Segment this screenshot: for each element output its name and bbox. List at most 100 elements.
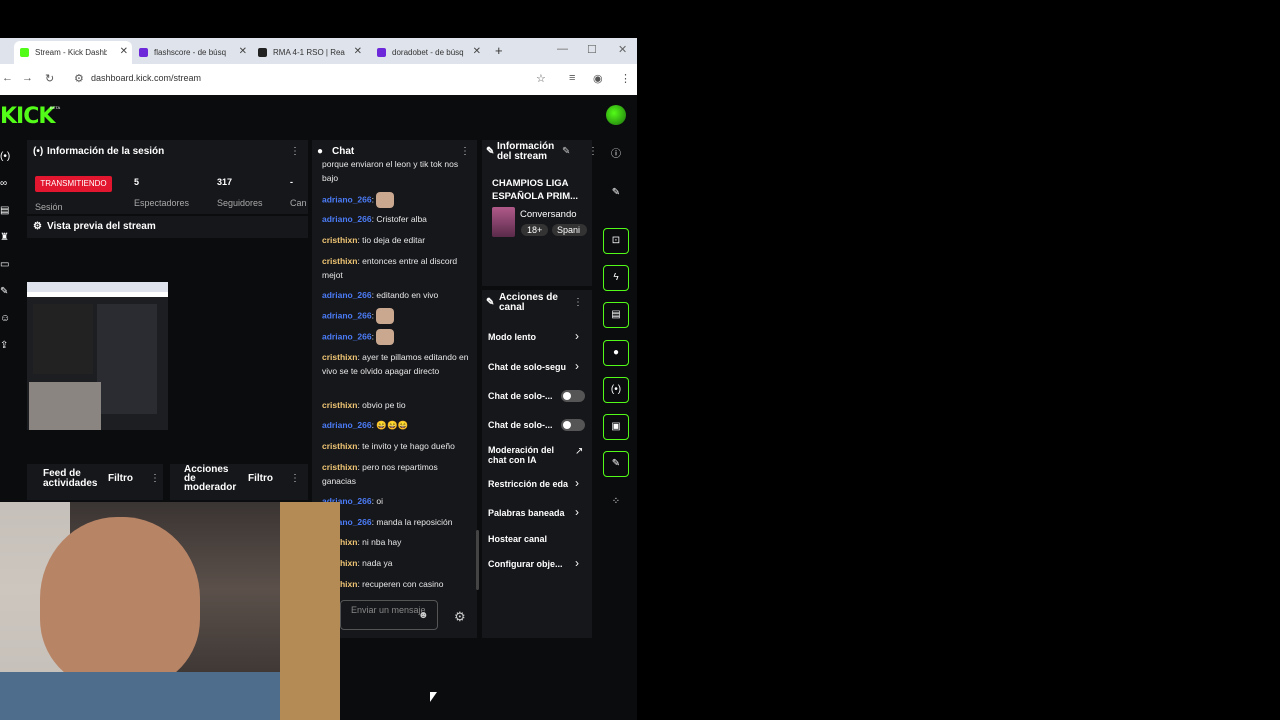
url-field[interactable]: dashboard.kick.com/stream [91,73,201,83]
menu-icon[interactable]: ⋮ [620,72,631,85]
nav-upload-icon[interactable]: ⇪ [0,332,18,359]
action-age-restriction[interactable]: Restricción de eda [488,479,570,489]
action-host-channel[interactable]: Hostear canal [488,534,583,544]
extra-label: Can [290,198,307,208]
mod-menu-icon[interactable]: ⋮ [290,473,300,484]
action-followers-only[interactable]: Chat de solo-segu [488,362,570,372]
media-icon[interactable]: ≡ [569,72,575,84]
yahoo-favicon-icon [377,48,386,57]
chat-input-placeholder: Enviar un mensaje [351,605,426,615]
edit-icon[interactable]: ✎ [603,180,629,206]
site-favicon-icon [258,48,267,57]
chat-message: cristhixn: recuperen con casino [322,579,444,589]
activity-filter-button[interactable]: Filtro [108,473,133,484]
action-configure-goals[interactable]: Configurar obje... [488,559,583,569]
external-link-icon[interactable]: ↗ [575,446,583,457]
site-info-icon[interactable]: ⚙ [74,72,84,85]
screenshot-icon[interactable]: ⊡ [603,228,629,254]
preview-title: Vista previa del stream [47,221,156,232]
chat-message: adriano_266: Cristofer alba [322,214,427,224]
emoji-icon[interactable]: ☻ [418,610,429,621]
left-nav: (•) ∞ ▤ ♜ ▭ ✎ ☺ ⇪ [0,143,18,359]
wrench-icon[interactable]: ✎ [603,451,629,477]
chat-menu-icon[interactable]: ⋮ [460,146,470,157]
mouse-cursor [430,692,437,702]
followers-count: 317 [217,177,233,187]
tab-kick-dashboard[interactable]: Stream - Kick Dashb ✕ [14,41,132,64]
close-tab-icon[interactable]: ✕ [354,46,362,57]
tab-flashscore[interactable]: flashscore - de búsq ✕ [139,41,251,64]
session-icon: (•) [33,146,44,157]
chat-icon: ● [317,146,324,157]
lightning-icon[interactable]: ϟ [603,265,629,291]
channel-actions-menu-icon[interactable]: ⋮ [573,297,583,308]
cat-emote-icon [376,192,395,208]
viewers-count: 5 [134,177,140,187]
category-thumbnail [492,207,515,237]
chat-message: cristhixn: pero nos repartimos ganacias [322,462,438,486]
nav-video-icon[interactable]: ▭ [0,251,18,278]
minimize-icon[interactable]: — [557,43,568,55]
emote-only-toggle[interactable] [561,419,585,431]
maximize-icon[interactable]: ☐ [587,43,597,56]
nav-trophy-icon[interactable]: ♜ [0,224,18,251]
close-tab-icon[interactable]: ✕ [473,46,481,57]
subs-only-toggle[interactable] [561,390,585,402]
chat-message: cristhixn: te invito y te hago dueño [322,441,455,451]
stream-info-menu-icon[interactable]: ⋮ [588,146,598,157]
close-tab-icon[interactable]: ✕ [120,46,128,57]
chat-message: cristhixn: ni nba hay [322,537,402,547]
chat-bubble-icon[interactable]: ● [603,340,629,366]
tab-doradobet[interactable]: doradobet - de búsq ✕ [377,41,485,64]
forward-icon[interactable]: → [22,72,33,84]
close-window-icon[interactable]: ✕ [618,43,627,56]
nav-analytics-icon[interactable]: ▤ [0,197,18,224]
chat-message: cristhixn: obvio pe tio [322,400,406,410]
webcam-overlay [0,502,340,720]
chat-message: adriano_266: manda la reposición [322,517,453,527]
category-name[interactable]: Conversando [520,209,577,220]
nav-wrench-icon[interactable]: ✎ [0,278,18,305]
chevron-right-icon[interactable]: › [575,359,579,373]
chevron-right-icon[interactable]: › [575,329,579,343]
chevron-right-icon[interactable]: › [575,476,579,490]
back-icon[interactable]: ← [2,72,13,84]
edit-stream-icon[interactable]: ✎ [562,146,570,157]
action-slow-mode[interactable]: Modo lento [488,332,583,342]
action-ai-moderation[interactable]: Moderación del chat con IA [488,445,566,465]
info-icon[interactable]: ⓘ [603,142,629,168]
session-menu-icon[interactable]: ⋮ [290,146,300,157]
mod-filter-button[interactable]: Filtro [248,473,273,484]
chat-message: adriano_266: 😄😄😄 [322,420,409,430]
new-tab-icon[interactable]: + [495,43,503,58]
chat-settings-icon[interactable]: ⚙ [454,609,466,625]
kick-logo[interactable]: KICK [0,104,55,129]
nav-users-icon[interactable]: ☺ [0,305,18,332]
profile-icon[interactable]: ◉ [593,72,603,85]
nav-stream-icon[interactable]: (•) [0,143,18,170]
notes-icon[interactable]: ▤ [603,302,629,328]
activity-menu-icon[interactable]: ⋮ [150,473,160,484]
chevron-right-icon[interactable]: › [575,556,579,570]
nav-link-icon[interactable]: ∞ [0,170,18,197]
tab-rma[interactable]: RMA 4-1 RSO | Real ✕ [258,41,366,64]
chevron-right-icon[interactable]: › [575,505,579,519]
channel-actions-icon: ✎ [486,297,495,308]
stream-title: CHAMPIOS LIGA ESPAÑOLA PRIM... [492,178,579,202]
chat-message: cristhixn: nada ya [322,558,393,568]
address-bar: ← → ↻ ⚙ dashboard.kick.com/stream ☆ ≡ ◉ … [0,64,637,96]
connections-icon[interactable]: ⁘ [603,489,629,515]
broadcast-icon[interactable]: (•) [603,377,629,403]
stream-preview[interactable] [27,282,168,430]
preview-icon: ⚙ [33,221,42,232]
action-banned-words[interactable]: Palabras baneada [488,508,570,518]
chat-message: adriano_266: [322,308,472,324]
reload-icon[interactable]: ↻ [45,72,54,85]
chat-scrollbar[interactable] [476,530,479,590]
avatar[interactable] [606,105,626,125]
yahoo-favicon-icon [139,48,148,57]
bookmark-star-icon[interactable]: ☆ [536,72,546,85]
live-badge: TRANSMITIENDO [35,176,112,192]
print-icon[interactable]: ▣ [603,414,629,440]
close-tab-icon[interactable]: ✕ [239,46,247,57]
